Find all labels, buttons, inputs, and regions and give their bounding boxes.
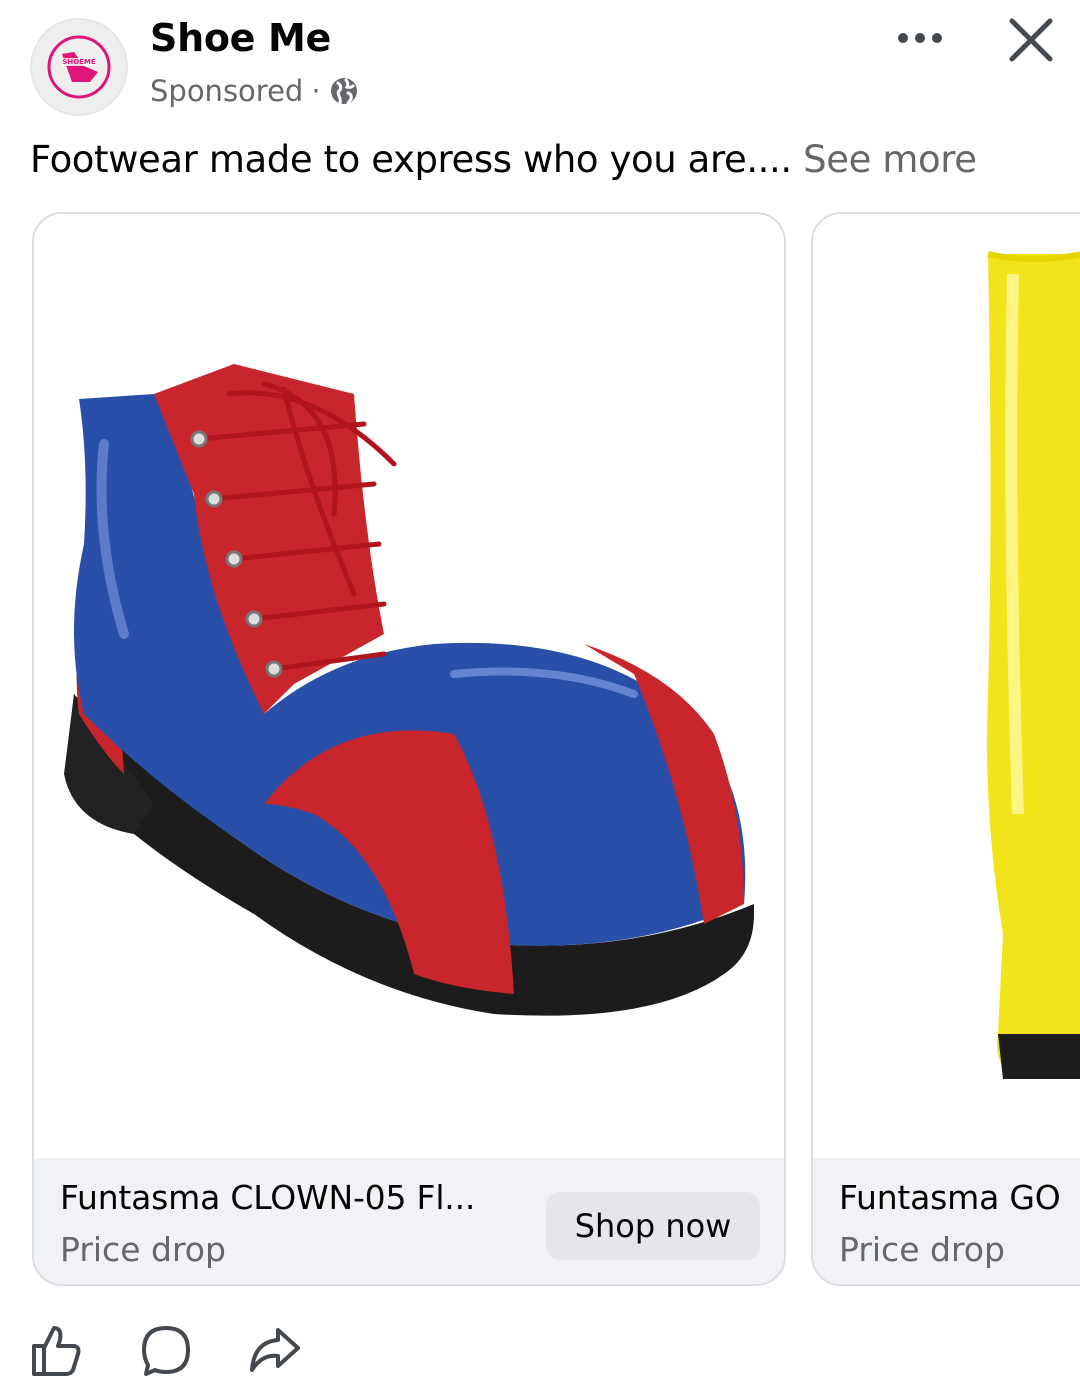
product-title[interactable]: Funtasma GO xyxy=(839,1178,1061,1217)
comment-icon[interactable] xyxy=(136,1320,196,1380)
thumbs-up-icon[interactable] xyxy=(26,1320,86,1380)
product-image[interactable] xyxy=(813,214,1080,1158)
card-footer: Funtasma GO Price drop xyxy=(813,1158,1080,1284)
page-name[interactable]: Shoe Me xyxy=(150,16,331,60)
product-carousel[interactable]: Funtasma CLOWN-05 Fl... Price drop Shop … xyxy=(0,212,1080,1288)
product-title[interactable]: Funtasma CLOWN-05 Fl... xyxy=(60,1178,475,1217)
post-header: SHOEME Shoe Me Sponsored · xyxy=(0,0,1080,130)
product-subtitle: Price drop xyxy=(60,1230,226,1269)
product-subtitle: Price drop xyxy=(839,1230,1005,1269)
page-avatar[interactable]: SHOEME xyxy=(30,18,128,116)
see-more-link[interactable]: See more xyxy=(803,138,977,181)
yellow-boot-image xyxy=(987,251,1080,1079)
post-actions xyxy=(0,1310,1080,1390)
sponsored-label[interactable]: Sponsored xyxy=(150,74,303,108)
globe-icon xyxy=(330,78,357,105)
shop-now-button[interactable]: Shop now xyxy=(546,1192,760,1260)
shoeme-logo: SHOEME xyxy=(32,20,126,114)
product-card[interactable]: Funtasma CLOWN-05 Fl... Price drop Shop … xyxy=(32,212,786,1286)
caption-text: Footwear made to express who you are.... xyxy=(30,138,792,181)
close-icon[interactable] xyxy=(1003,12,1059,68)
product-image[interactable] xyxy=(34,214,784,1158)
clown-shoe-image xyxy=(64,364,754,1016)
svg-text:SHOEME: SHOEME xyxy=(62,58,96,66)
card-footer: Funtasma CLOWN-05 Fl... Price drop Shop … xyxy=(34,1158,784,1284)
meta-separator: · xyxy=(311,74,321,108)
more-horizontal-icon[interactable] xyxy=(892,16,948,60)
share-icon[interactable] xyxy=(244,1320,304,1380)
post-caption: Footwear made to express who you are....… xyxy=(30,138,977,181)
post-meta: Sponsored · xyxy=(150,74,359,108)
product-card[interactable]: Funtasma GO Price drop xyxy=(811,212,1080,1286)
